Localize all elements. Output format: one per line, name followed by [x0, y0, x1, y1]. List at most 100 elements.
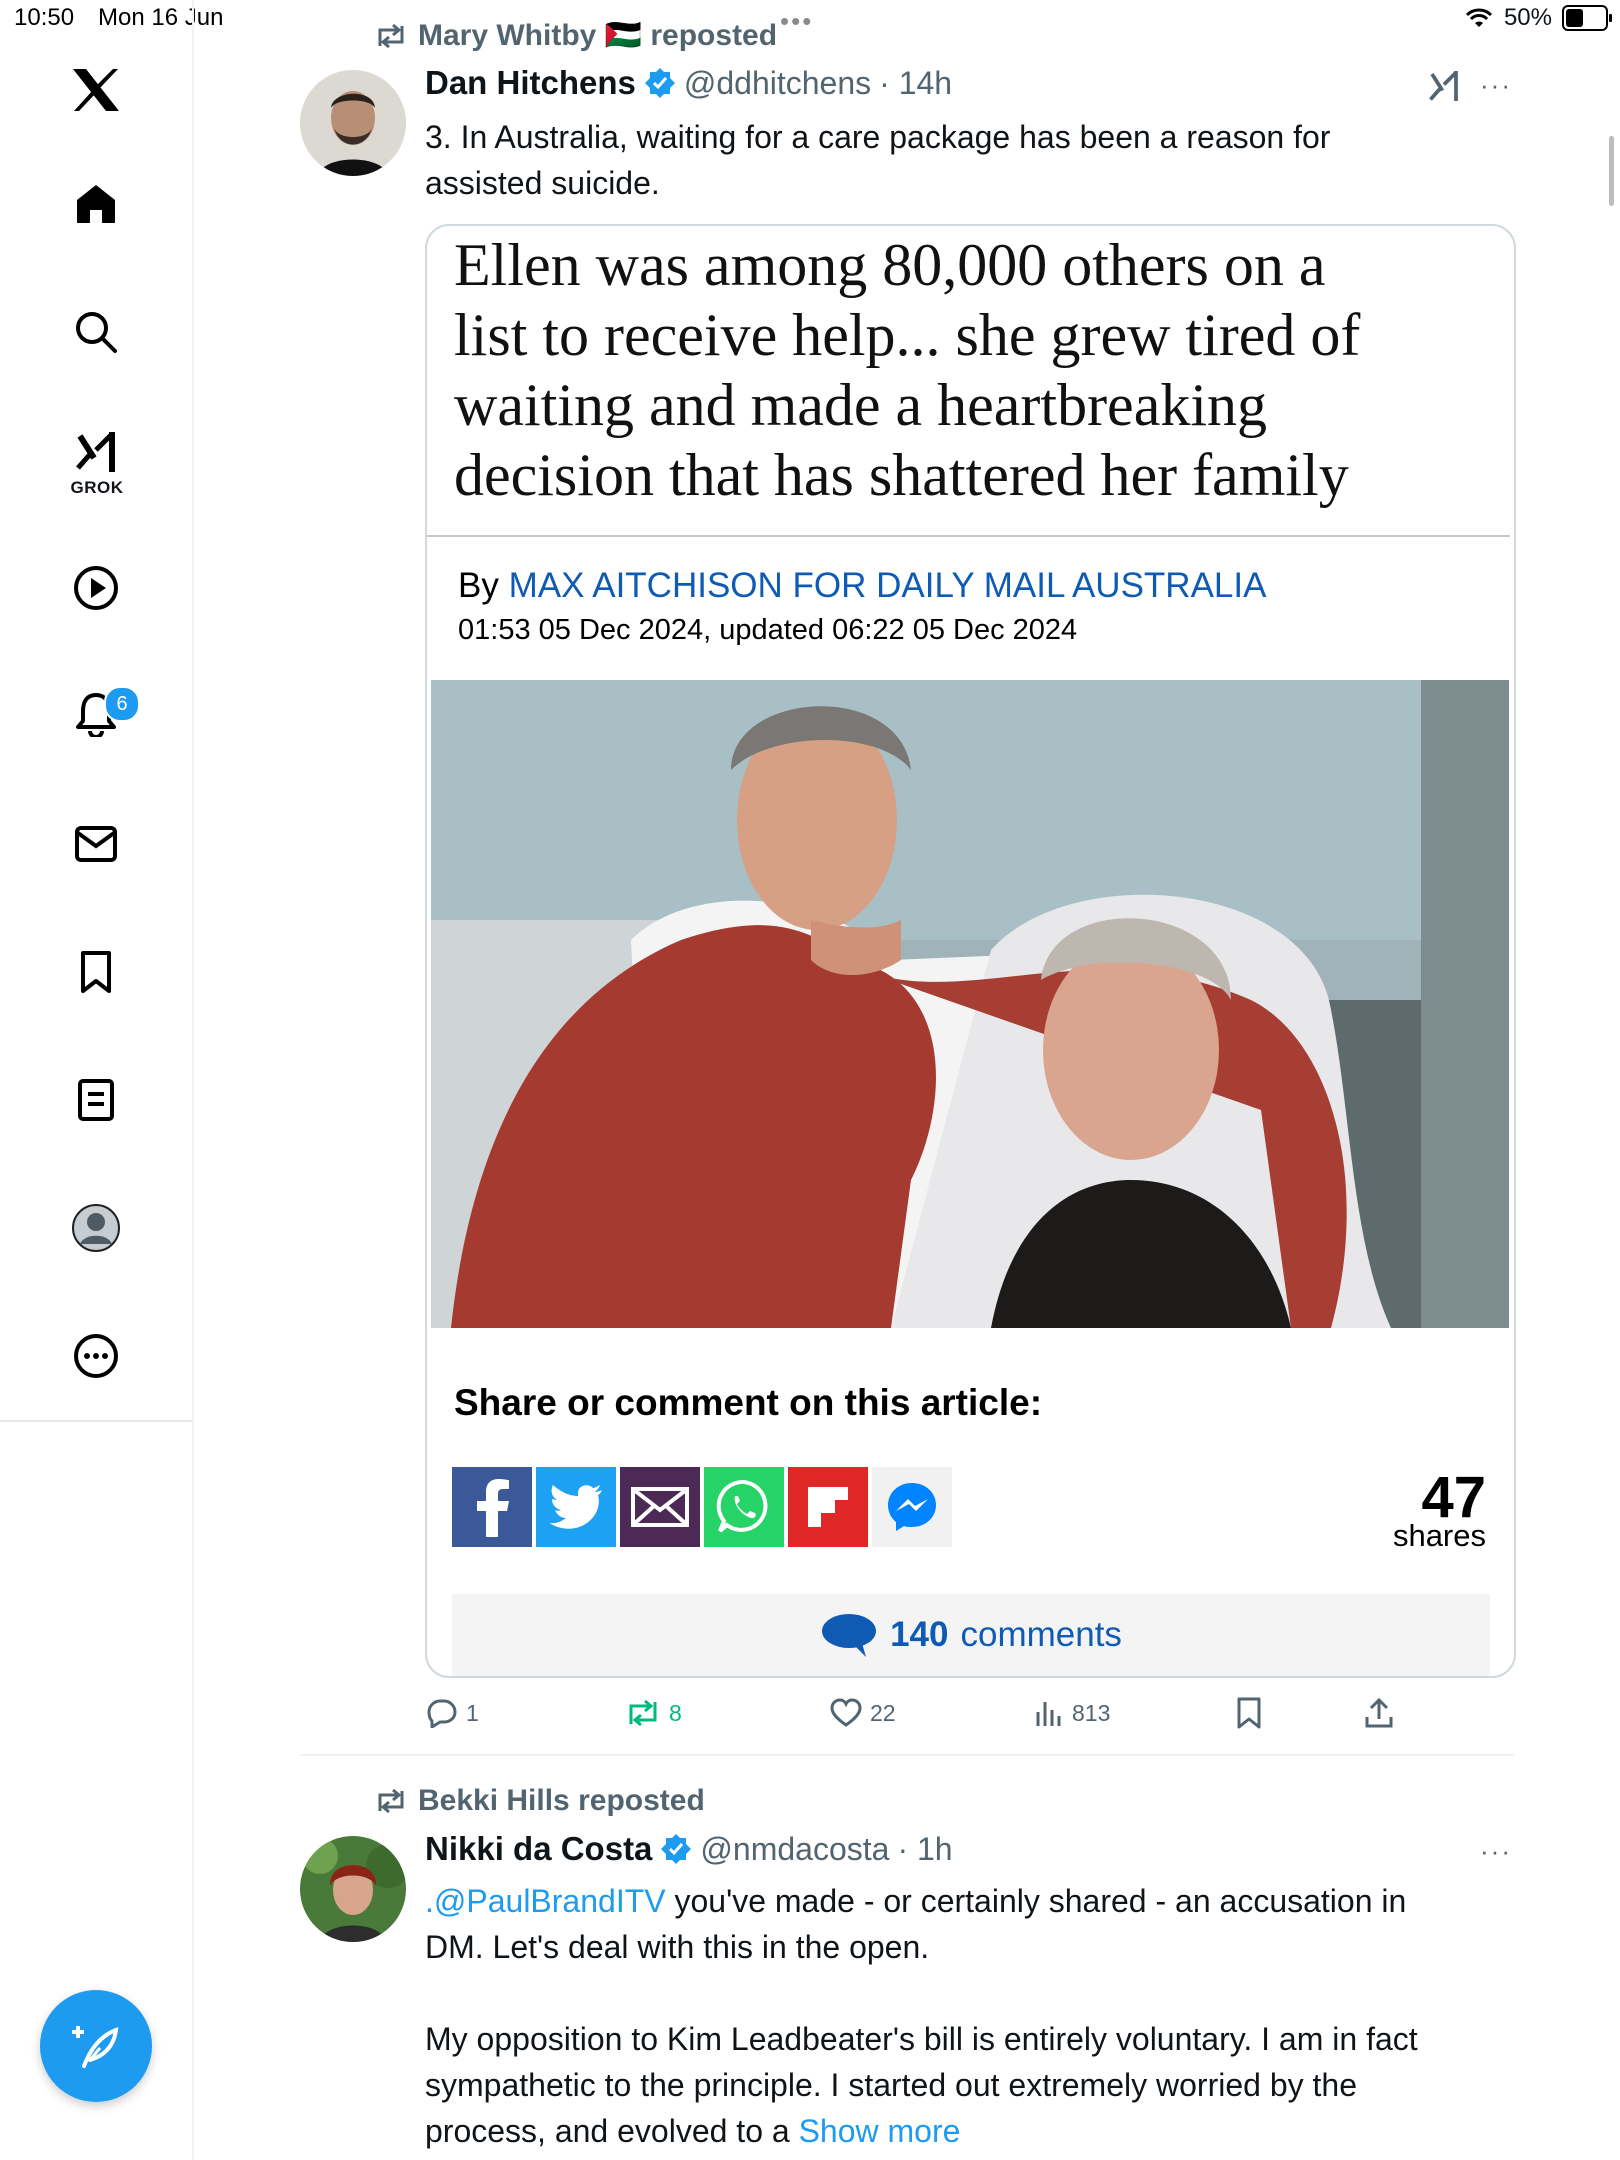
tweet-separator [300, 1754, 1514, 1756]
flipboard-icon [808, 1487, 848, 1527]
author-name[interactable]: Dan Hitchens [425, 64, 636, 102]
messenger-share-button[interactable] [872, 1467, 952, 1547]
twitter-share-button[interactable] [536, 1467, 616, 1547]
multitask-dots-icon[interactable]: ••• [780, 6, 813, 37]
views-button[interactable]: 813 [1034, 1693, 1110, 1733]
avatar[interactable] [300, 70, 406, 176]
headline-line: waiting and made a heartbreaking [454, 372, 1267, 438]
whatsapp-icon [716, 1479, 768, 1533]
tweet-text-line: DM. Let's deal with this in the open. [425, 1929, 930, 1965]
wifi-icon [1465, 8, 1493, 27]
repost-text: Bekki Hills reposted [418, 1784, 705, 1817]
facebook-icon [477, 1479, 509, 1537]
status-right: 50% [1464, 4, 1612, 32]
comment-bubble-icon [822, 1614, 877, 1657]
like-count: 22 [870, 1699, 896, 1726]
share-upload-icon [1365, 1697, 1393, 1728]
tweet-text: 3. In Australia, waiting for a care pack… [425, 114, 1330, 206]
byline-prefix: By [458, 566, 499, 605]
list-icon[interactable] [66, 1070, 126, 1130]
profile-icon[interactable] [66, 1198, 126, 1258]
headline-divider [427, 535, 1510, 537]
grok-icon[interactable] [66, 422, 126, 482]
flipboard-share-button[interactable] [788, 1467, 868, 1547]
reply-count: 1 [466, 1699, 479, 1726]
comments-label: comments [960, 1615, 1122, 1654]
repost-count: 8 [669, 1699, 682, 1726]
notification-badge: 6 [104, 686, 140, 722]
repost-indicator[interactable]: Bekki Hills reposted [374, 1784, 705, 1818]
byline-author[interactable]: MAX AITCHISON FOR DAILY MAIL AUSTRALIA [509, 566, 1267, 605]
tweet-text-line: sympathetic to the principle. I started … [425, 2067, 1357, 2103]
scrollbar[interactable] [1609, 136, 1614, 206]
twitter-bird-icon [549, 1485, 602, 1529]
grok-label: GROK [70, 478, 124, 497]
reply-button[interactable]: 1 [426, 1693, 479, 1733]
mail-icon[interactable] [66, 814, 126, 874]
article-headline: Ellen was among 80,000 others on a list … [454, 230, 1360, 510]
tweet-text-line: 3. In Australia, waiting for a care pack… [425, 119, 1331, 155]
share-label: shares [1392, 1518, 1486, 1553]
article-byline: By MAX AITCHISON FOR DAILY MAIL AUSTRALI… [458, 566, 1266, 606]
tweet-text-line: process, and evolved to a Show more [425, 2108, 1515, 2154]
more-options-icon[interactable]: ··· [1480, 70, 1512, 101]
search-icon[interactable] [66, 302, 126, 362]
more-icon[interactable] [66, 1326, 126, 1386]
tweet-text-line: assisted suicide. [425, 165, 660, 201]
views-count: 813 [1072, 1699, 1111, 1726]
repost-icon [378, 23, 404, 48]
mention-link[interactable]: .@PaulBrandITV [425, 1883, 666, 1919]
views-chart-icon [1036, 1702, 1061, 1726]
battery-percent: 50% [1503, 4, 1552, 31]
bookmark-icon[interactable] [66, 942, 126, 1002]
article-photo [431, 680, 1509, 1328]
whatsapp-share-button[interactable] [704, 1467, 784, 1547]
tweet-time[interactable]: · 14h [879, 65, 952, 102]
comments-button[interactable]: 140 comments [452, 1594, 1490, 1676]
tweet-author[interactable]: Dan Hitchens @ddhitchens · 14h [425, 64, 952, 102]
facebook-share-button[interactable] [452, 1467, 532, 1547]
home-icon[interactable] [66, 174, 126, 234]
headline-line: Ellen was among 80,000 others on a [454, 232, 1326, 298]
repost-text: Mary Whitby 🇵🇸 reposted [418, 19, 778, 52]
avatar[interactable] [300, 1836, 406, 1942]
compose-feather-icon [72, 2026, 119, 2068]
tweet-text-segment: process, and evolved to a [425, 2113, 799, 2149]
tweet-author[interactable]: Nikki da Costa @nmdacosta · 1h [425, 1830, 953, 1868]
grok-explain-icon[interactable] [1426, 66, 1462, 111]
like-button[interactable]: 22 [830, 1693, 896, 1733]
sidebar-divider [0, 1420, 192, 1422]
bookmark-icon [1237, 1697, 1261, 1729]
tweet-text: .@PaulBrandITV you've made - or certainl… [425, 1878, 1515, 2154]
email-share-button[interactable] [620, 1467, 700, 1547]
repost-indicator[interactable]: Mary Whitby 🇵🇸 reposted [374, 18, 777, 53]
verified-badge-icon [661, 1834, 692, 1864]
share-title: Share or comment on this article: [454, 1382, 1043, 1423]
repost-icon [378, 1788, 404, 1814]
play-icon[interactable] [66, 558, 126, 618]
repost-icon [629, 1699, 657, 1727]
author-handle[interactable]: @ddhitchens [684, 65, 871, 102]
headline-line: list to receive help... she grew tired o… [454, 302, 1361, 368]
tweet-time[interactable]: · 1h [897, 1831, 952, 1868]
battery-icon [1562, 5, 1612, 31]
share-button[interactable] [1364, 1693, 1394, 1733]
x-logo-icon[interactable] [66, 60, 126, 120]
repost-button[interactable]: 8 [625, 1693, 682, 1733]
headline-line: decision that has shattered her family [454, 442, 1349, 508]
bookmark-button[interactable] [1236, 1693, 1262, 1733]
tweet-text-segment: you've made - or certainly shared - an a… [665, 1883, 1407, 1919]
messenger-icon [888, 1483, 936, 1531]
author-handle[interactable]: @nmdacosta [700, 1831, 889, 1868]
article-card[interactable]: Ellen was among 80,000 others on a list … [425, 224, 1516, 1678]
heart-icon [830, 1698, 862, 1727]
envelope-icon [631, 1487, 689, 1527]
show-more-link[interactable]: Show more [799, 2113, 961, 2149]
reply-icon [427, 1699, 457, 1728]
more-options-icon[interactable]: ··· [1480, 1836, 1512, 1867]
compose-button[interactable] [40, 1990, 152, 2102]
author-name[interactable]: Nikki da Costa [425, 1830, 652, 1868]
verified-badge-icon [644, 68, 675, 98]
comments-count: 140 [890, 1615, 949, 1654]
article-date: 01:53 05 Dec 2024, updated 06:22 05 Dec … [458, 614, 1078, 646]
